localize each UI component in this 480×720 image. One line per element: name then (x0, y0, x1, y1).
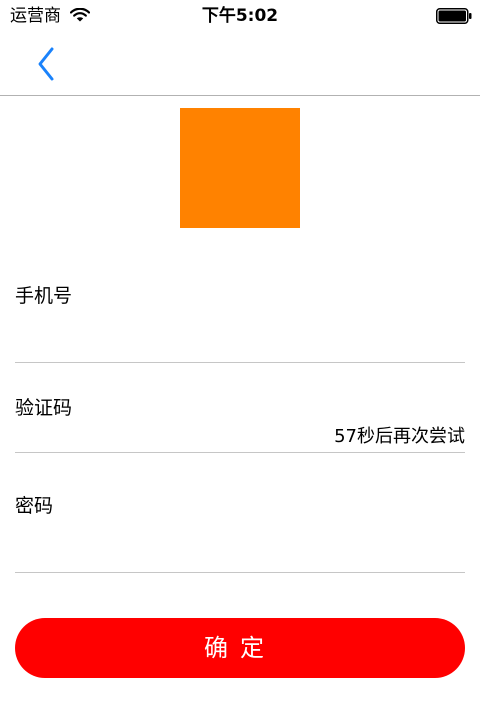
resend-countdown: 57秒后再次尝试 (334, 426, 465, 447)
confirm-button[interactable]: 确定 (15, 618, 465, 678)
phone-field: 手机号 (15, 270, 465, 363)
password-input[interactable] (15, 532, 315, 560)
phone-input[interactable] (15, 322, 315, 350)
verification-code-field: 验证码 57秒后再次尝试 (15, 382, 465, 453)
password-label: 密码 (15, 495, 54, 517)
chevron-left-icon (38, 47, 54, 81)
phone-label: 手机号 (15, 285, 73, 307)
verification-code-label: 验证码 (15, 397, 73, 419)
back-button[interactable] (30, 46, 62, 82)
status-time: 下午5:02 (201, 6, 279, 26)
password-field: 密码 (15, 480, 465, 573)
logo-placeholder (180, 108, 300, 228)
status-bar: 运营商 下午5:02 (0, 0, 480, 32)
verification-code-input[interactable] (15, 422, 305, 450)
navigation-bar (0, 32, 480, 96)
battery-icon (436, 8, 472, 24)
